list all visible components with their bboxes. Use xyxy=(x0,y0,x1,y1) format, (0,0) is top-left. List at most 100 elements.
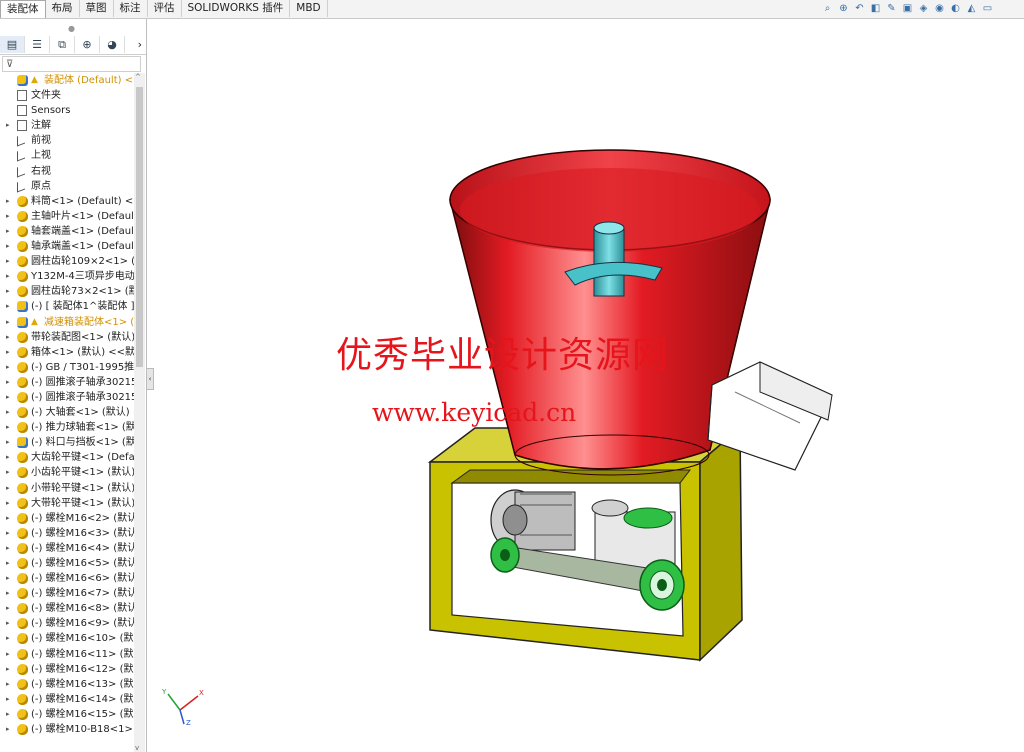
tree-item[interactable]: 上视 xyxy=(0,148,134,163)
tree-item[interactable]: ▸ (-) 推力球轴套<1> (默认 xyxy=(0,420,134,435)
tree-item[interactable]: ▸ (-) 螺栓M16<11> (默认 xyxy=(0,647,134,662)
tree-item[interactable]: ▸ Y132M-4三项异步电动 xyxy=(0,269,134,284)
panel-more-chevron[interactable]: › xyxy=(138,36,142,53)
expand-arrow-icon[interactable]: ▸ xyxy=(6,616,14,631)
scroll-down-icon[interactable]: v xyxy=(135,744,139,752)
tree-item[interactable]: ▸ 大齿轮平键<1> (Defau xyxy=(0,450,134,465)
view-orientation-icon[interactable]: ▣ xyxy=(901,2,914,15)
tree-item[interactable]: ▸ (-) 螺栓M16<3> (默认) xyxy=(0,526,134,541)
filter-input[interactable]: ⊽ xyxy=(2,56,141,72)
expand-arrow-icon[interactable]: ▸ xyxy=(6,405,14,420)
tree-item[interactable]: ▸ (-) 螺栓M16<14> (默认 xyxy=(0,692,134,707)
tree-item[interactable]: ▸ 料筒<1> (Default) <<D xyxy=(0,194,134,209)
expand-arrow-icon[interactable]: ▸ xyxy=(6,315,14,330)
expand-arrow-icon[interactable]: ▸ xyxy=(6,631,14,646)
tab-2[interactable]: 草图 xyxy=(79,0,114,17)
tree-item[interactable]: 右视 xyxy=(0,164,134,179)
section-view-icon[interactable]: ◧ xyxy=(869,2,882,15)
tree-item[interactable]: ▸ 注解 xyxy=(0,118,134,133)
tree-item[interactable]: ▸ 小齿轮平键<1> (默认) - xyxy=(0,465,134,480)
tree-item[interactable]: ▸ 圆柱齿轮109×2<1> (默 xyxy=(0,254,134,269)
panel-grip[interactable]: ● xyxy=(68,24,75,33)
tree-item[interactable]: ▸ (-) 大轴套<1> (默认) < xyxy=(0,405,134,420)
expand-arrow-icon[interactable]: ▸ xyxy=(6,556,14,571)
tree-item[interactable]: ▸ (-) 螺栓M16<13> (默认 xyxy=(0,677,134,692)
tree-item[interactable]: 前视 xyxy=(0,133,134,148)
expand-arrow-icon[interactable]: ▸ xyxy=(6,722,14,737)
expand-arrow-icon[interactable]: ▸ xyxy=(6,526,14,541)
property-manager-icon[interactable]: ☰ xyxy=(25,36,50,53)
zoom-to-fit-icon[interactable]: ⌕ xyxy=(821,2,834,15)
tree-item[interactable]: ▸ 主轴叶片<1> (Default) xyxy=(0,209,134,224)
expand-arrow-icon[interactable]: ▸ xyxy=(6,284,14,299)
tree-item[interactable]: ▸ (-) 料口与挡板<1> (默认 xyxy=(0,435,134,450)
expand-arrow-icon[interactable]: ▸ xyxy=(6,345,14,360)
expand-arrow-icon[interactable]: ▸ xyxy=(6,194,14,209)
expand-arrow-icon[interactable]: ▸ xyxy=(6,707,14,722)
expand-arrow-icon[interactable]: ▸ xyxy=(6,269,14,284)
tree-item[interactable]: ▸ 轴承端盖<1> (Default) xyxy=(0,239,134,254)
tab-3[interactable]: 标注 xyxy=(113,0,148,17)
expand-arrow-icon[interactable]: ▸ xyxy=(6,586,14,601)
tree-item[interactable]: ▸ (-) 螺栓M16<15> (默认 xyxy=(0,707,134,722)
dimxpert-icon[interactable]: ⊕ xyxy=(75,36,100,53)
tab-4[interactable]: 评估 xyxy=(147,0,182,17)
scroll-up-icon[interactable]: ^ xyxy=(135,73,141,81)
expand-arrow-icon[interactable]: ▸ xyxy=(6,420,14,435)
expand-arrow-icon[interactable]: ▸ xyxy=(6,601,14,616)
tree-item[interactable]: 文件夹 xyxy=(0,88,134,103)
tree-item[interactable]: ▸ (-) 圆推滚子轴承30215 xyxy=(0,375,134,390)
edit-appearance-icon[interactable]: ◐ xyxy=(949,2,962,15)
tree-item[interactable]: ▸ (-) 螺栓M16<4> (默认) xyxy=(0,541,134,556)
tree-item[interactable]: ▸ (-) 螺栓M16<10> (默认 xyxy=(0,631,134,646)
tree-item[interactable]: ▸ 大带轮平键<1> (默认) - xyxy=(0,496,134,511)
expand-arrow-icon[interactable]: ▸ xyxy=(6,435,14,450)
expand-arrow-icon[interactable]: ▸ xyxy=(6,511,14,526)
expand-arrow-icon[interactable]: ▸ xyxy=(6,209,14,224)
zoom-area-icon[interactable]: ⊕ xyxy=(837,2,850,15)
expand-arrow-icon[interactable]: ▸ xyxy=(6,360,14,375)
previous-view-icon[interactable]: ↶ xyxy=(853,2,866,15)
expand-arrow-icon[interactable]: ▸ xyxy=(6,481,14,496)
tree-item[interactable]: ▸ 轴套端盖<1> (Default) xyxy=(0,224,134,239)
expand-arrow-icon[interactable]: ▸ xyxy=(6,254,14,269)
hide-show-icon[interactable]: ◉ xyxy=(933,2,946,15)
feature-manager-icon[interactable]: ▤ xyxy=(0,36,25,53)
display-manager-icon[interactable]: ◕ xyxy=(100,36,125,53)
tree-item[interactable]: ▸ (-) 螺栓M16<7> (默认) xyxy=(0,586,134,601)
tree-item[interactable]: ▸ (-) 螺栓M16<9> (默认) xyxy=(0,616,134,631)
tree-item[interactable]: 原点 xyxy=(0,179,134,194)
model-viewport[interactable] xyxy=(152,19,1024,752)
expand-arrow-icon[interactable]: ▸ xyxy=(6,496,14,511)
expand-arrow-icon[interactable]: ▸ xyxy=(6,330,14,345)
tree-item[interactable]: ▸ (-) 圆推滚子轴承30215 xyxy=(0,390,134,405)
tree-item[interactable]: ▸ (-) 螺栓M16<6> (默认) xyxy=(0,571,134,586)
expand-arrow-icon[interactable]: ▸ xyxy=(6,677,14,692)
tree-item[interactable]: ▸ (-) GB / T301-1995推力 xyxy=(0,360,134,375)
tab-0[interactable]: 装配体 xyxy=(0,0,46,18)
tree-item[interactable]: ▸ (-) 螺栓M16<12> (默认 xyxy=(0,662,134,677)
tree-item[interactable]: ▸ (-) 螺栓M16<2> (默认) xyxy=(0,511,134,526)
tree-item[interactable]: ▸ (-) 螺栓M16<5> (默认) xyxy=(0,556,134,571)
tree-item[interactable]: ▸ 小带轮平键<1> (默认) - xyxy=(0,481,134,496)
apply-scene-icon[interactable]: ◭ xyxy=(965,2,978,15)
tree-item[interactable]: ▸ 箱体<1> (默认) <<默认 xyxy=(0,345,134,360)
view-settings-icon[interactable]: ▭ xyxy=(981,2,994,15)
expand-arrow-icon[interactable]: ▸ xyxy=(6,224,14,239)
configuration-manager-icon[interactable]: ⧉ xyxy=(50,36,75,53)
tree-scrollbar[interactable]: ^ v xyxy=(134,73,145,752)
tree-item[interactable]: ▸ (-) 螺栓M16<8> (默认) xyxy=(0,601,134,616)
expand-arrow-icon[interactable]: ▸ xyxy=(6,571,14,586)
tab-1[interactable]: 布局 xyxy=(45,0,80,17)
expand-arrow-icon[interactable]: ▸ xyxy=(6,692,14,707)
expand-arrow-icon[interactable]: ▸ xyxy=(6,299,14,314)
tree-item[interactable]: ▸ (-) 螺栓M10-B18<1> ( xyxy=(0,722,134,737)
dynamic-annotation-icon[interactable]: ✎ xyxy=(885,2,898,15)
tree-item[interactable]: Sensors xyxy=(0,103,134,118)
display-style-icon[interactable]: ◈ xyxy=(917,2,930,15)
tree-item[interactable]: ▸ 圆柱齿轮73×2<1> (默认 xyxy=(0,284,134,299)
expand-arrow-icon[interactable]: ▸ xyxy=(6,450,14,465)
expand-arrow-icon[interactable]: ▸ xyxy=(6,647,14,662)
expand-arrow-icon[interactable]: ▸ xyxy=(6,375,14,390)
tree-item[interactable]: ▸ 带轮装配图<1> (默认) - xyxy=(0,330,134,345)
